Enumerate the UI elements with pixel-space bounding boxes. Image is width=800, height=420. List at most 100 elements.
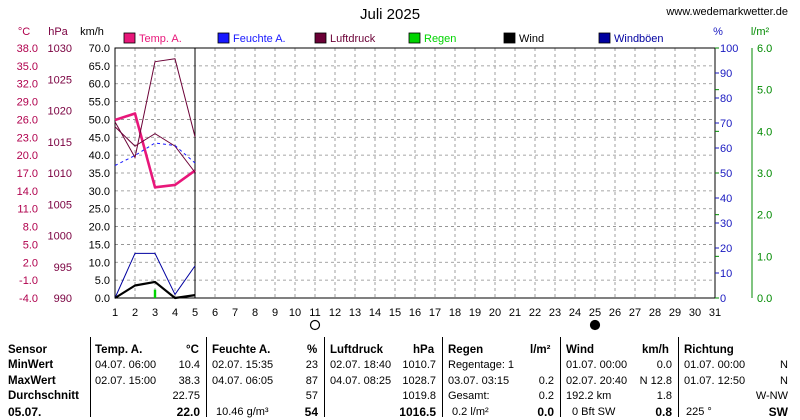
- temp-tick-label: 2.0: [23, 257, 38, 269]
- avg-wind-value: 1.8: [656, 390, 672, 402]
- header-druck-unit: hPa: [413, 344, 435, 356]
- x-tick-label: 27: [629, 307, 641, 319]
- wind-tick-label: 45.0: [89, 132, 110, 144]
- feuchte-tick-label: 60: [720, 143, 732, 155]
- druck-tick-label: 995: [54, 262, 72, 274]
- min-wind-time: 01.07. 00:00: [566, 359, 628, 371]
- x-tick-label: 10: [289, 307, 301, 319]
- temp-tick-label: 17.0: [17, 168, 38, 180]
- min-feuchte-time: 02.07. 15:35: [212, 359, 274, 371]
- min-temp-value: 10.4: [178, 359, 200, 371]
- avg-regen-value: 0.2: [538, 390, 554, 402]
- current-temp-value: 22.0: [176, 405, 200, 419]
- legend-label-temp: Temp. A.: [139, 33, 182, 45]
- new-moon-icon: [589, 319, 601, 331]
- legend-label-windboeen: Windböen: [614, 33, 664, 45]
- min-regen-label: Regentage: 1: [448, 359, 515, 371]
- row-label-max: MaxWert: [8, 375, 56, 387]
- x-tick-label: 14: [369, 307, 381, 319]
- series-line-luftdruck: [114, 126, 196, 173]
- legend-swatch-windboeen: [598, 32, 611, 44]
- wind-tick-label: 15.0: [89, 239, 110, 251]
- header-feuchte: Feuchte A.: [212, 344, 271, 356]
- min-wind-value: 0.0: [656, 359, 672, 371]
- x-tick-label: 20: [489, 307, 501, 319]
- wind-tick-label: 50.0: [89, 114, 110, 126]
- header-druck: Luftdruck: [330, 344, 384, 356]
- x-tick-label: 11: [309, 307, 320, 319]
- wind-tick-label: 30.0: [89, 186, 110, 198]
- wind-tick-label: 65.0: [89, 61, 110, 73]
- druck-tick-label: 1020: [48, 106, 72, 118]
- feuchte-tick-label: 40: [720, 193, 732, 205]
- regen-tick-label: 6.0: [757, 43, 772, 55]
- header-temp-unit: °C: [186, 344, 199, 356]
- temp-tick-label: 11.0: [17, 204, 38, 216]
- x-tick-label: 22: [529, 307, 541, 319]
- legend-label-feuchte: Feuchte A.: [233, 33, 286, 45]
- wind-tick-label: 10.0: [89, 257, 110, 269]
- temp-tick-label: 8.0: [23, 222, 38, 234]
- max-richtung-time: 01.07. 12:50: [684, 375, 746, 387]
- wind-tick-label: 35.0: [89, 168, 110, 180]
- legend-label-regen: Regen: [424, 33, 456, 45]
- max-regen-value: 0.2: [538, 375, 554, 387]
- x-tick-label: 19: [469, 307, 481, 319]
- max-feuchte-value: 87: [305, 375, 318, 387]
- header-wind-unit: km/h: [642, 344, 669, 356]
- x-tick-label: 12: [329, 307, 341, 319]
- regen-tick-label: 5.0: [757, 85, 772, 97]
- min-feuchte-value: 23: [305, 359, 318, 371]
- feuchte-unit: %: [713, 26, 723, 38]
- min-richtung-time: 01.07. 00:00: [684, 359, 746, 371]
- min-druck-time: 02.07. 18:40: [330, 359, 392, 371]
- wind-tick-label: 70.0: [89, 43, 110, 55]
- row-label-current: 05.07.: [8, 405, 42, 419]
- current-feuchte-label: 10.46 g/m³: [216, 406, 269, 418]
- x-tick-label: 31: [709, 307, 721, 319]
- max-feuchte-time: 04.07. 06:05: [212, 375, 274, 387]
- current-wind-value: 0.8: [655, 405, 672, 419]
- temp-tick-label: 32.0: [17, 79, 38, 91]
- row-label-min: MinWert: [8, 359, 54, 371]
- x-tick-label: 7: [232, 307, 238, 319]
- avg-feuchte-value: 57: [305, 390, 318, 402]
- temp-tick-label: 26.0: [17, 114, 38, 126]
- regen-tick-label: 2.0: [757, 210, 772, 222]
- temp-tick-label: 14.0: [17, 186, 38, 198]
- table-separator: [324, 337, 325, 417]
- feuchte-tick-label: 90: [720, 68, 732, 80]
- wind-tick-label: 55.0: [89, 97, 110, 109]
- header-wind: Wind: [566, 344, 594, 356]
- header-sensor: Sensor: [8, 344, 47, 356]
- druck-tick-label: 1005: [48, 199, 72, 211]
- wind-tick-label: 60.0: [89, 79, 110, 91]
- temp-tick-label: 38.0: [17, 43, 38, 55]
- x-tick-label: 18: [449, 307, 461, 319]
- header-regen: Regen: [448, 344, 484, 356]
- statistics-table: Sensor Temp. A. °C Feuchte A. % Luftdruc…: [0, 337, 800, 419]
- table-separator: [90, 337, 91, 417]
- max-richtung-value: N: [780, 375, 788, 387]
- feuchte-tick-label: 50: [720, 168, 732, 180]
- x-tick-label: 25: [589, 307, 601, 319]
- max-wind-time: 02.07. 20:40: [566, 375, 628, 387]
- header-richtung: Richtung: [684, 344, 734, 356]
- x-tick-label: 17: [429, 307, 441, 319]
- feuchte-tick-label: 30: [720, 218, 732, 230]
- table-separator: [560, 337, 561, 417]
- x-tick-label: 5: [192, 307, 198, 319]
- wind-tick-label: 40.0: [89, 150, 110, 162]
- temp-tick-label: 29.0: [17, 97, 38, 109]
- min-richtung-value: N: [780, 359, 788, 371]
- x-tick-label: 24: [569, 307, 581, 319]
- min-temp-time: 04.07. 06:00: [95, 359, 157, 371]
- full-moon-icon: [309, 319, 321, 331]
- legend-swatch-feuchte: [217, 32, 230, 44]
- max-druck-value: 1028.7: [402, 375, 436, 387]
- max-druck-time: 04.07. 08:25: [330, 375, 392, 387]
- legend-label-wind: Wind: [519, 33, 544, 45]
- avg-wind-distance: 192.2 km: [566, 390, 612, 402]
- header-temp: Temp. A.: [95, 344, 143, 356]
- avg-richtung-value: W-NW: [755, 390, 788, 402]
